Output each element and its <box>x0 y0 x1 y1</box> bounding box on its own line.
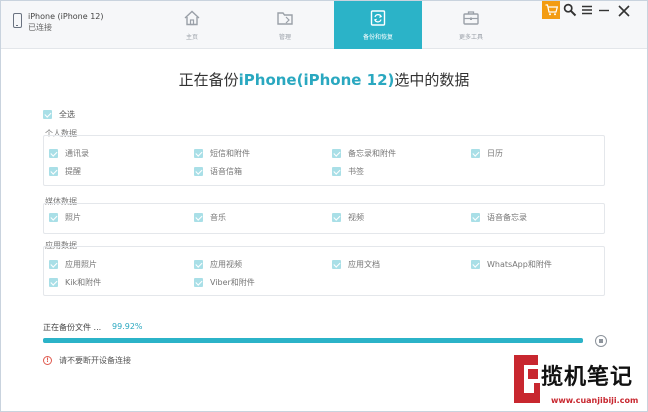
check-icon <box>49 213 58 222</box>
header-bar: iPhone (iPhone 12) 已连接 主页 管理 备份和恢复 更多工具 <box>1 1 647 49</box>
check-icon <box>194 213 203 222</box>
menu-icon[interactable] <box>581 4 593 16</box>
item-notes[interactable]: 备忘录和附件 <box>332 148 396 159</box>
item-photos[interactable]: 照片 <box>49 212 81 223</box>
item-voicemail[interactable]: 语音信箱 <box>194 166 242 177</box>
app-window: iPhone (iPhone 12) 已连接 主页 管理 备份和恢复 更多工具 … <box>0 0 648 412</box>
title-device-name: iPhone(iPhone 12) <box>238 71 395 89</box>
check-icon <box>194 278 203 287</box>
page-title: 正在备份iPhone(iPhone 12)选中的数据 <box>178 71 470 89</box>
check-icon <box>49 260 58 269</box>
progress-percent: 99.92% <box>112 322 143 331</box>
close-icon[interactable] <box>617 4 631 18</box>
tab-home-label: 主页 <box>185 34 198 41</box>
check-icon <box>471 213 480 222</box>
cart-button[interactable] <box>542 1 560 19</box>
stop-icon <box>599 339 603 343</box>
progress-label: 正在备份文件 ... <box>43 323 102 332</box>
tab-backup-restore[interactable]: 备份和恢复 <box>334 1 422 49</box>
watermark-url: www.cuanjibiji.com <box>551 396 639 405</box>
device-status: 已连接 <box>28 23 52 32</box>
tab-backup-restore-label: 备份和恢复 <box>362 34 393 41</box>
item-app-videos[interactable]: 应用视频 <box>194 259 242 270</box>
item-voice-memos[interactable]: 语音备忘录 <box>471 212 527 223</box>
tab-home[interactable]: 主页 <box>148 1 236 49</box>
item-viber[interactable]: Viber和附件 <box>194 277 255 288</box>
progress-fill <box>43 338 583 343</box>
item-music[interactable]: 音乐 <box>194 212 226 223</box>
item-kik[interactable]: Kik和附件 <box>49 277 101 288</box>
check-icon <box>43 110 52 119</box>
check-icon <box>49 167 58 176</box>
check-icon <box>194 149 203 158</box>
cart-icon <box>545 4 558 16</box>
watermark-logo <box>514 355 540 403</box>
group-media: 照片 音乐 视频 语音备忘录 <box>43 203 605 234</box>
tab-more-tools-label: 更多工具 <box>458 34 483 41</box>
warning-icon: ! <box>43 356 52 365</box>
check-icon <box>332 149 341 158</box>
check-icon <box>332 260 341 269</box>
select-all-checkbox[interactable]: 全选 <box>43 109 75 120</box>
check-icon <box>49 278 58 287</box>
tab-manage[interactable]: 管理 <box>241 1 329 49</box>
item-app-photos[interactable]: 应用照片 <box>49 259 97 270</box>
phone-icon <box>13 13 22 28</box>
check-icon <box>194 167 203 176</box>
stop-button[interactable] <box>595 335 607 347</box>
check-icon <box>49 149 58 158</box>
minimize-icon[interactable] <box>598 4 610 16</box>
check-icon <box>194 260 203 269</box>
item-app-documents[interactable]: 应用文档 <box>332 259 380 270</box>
search-key-icon[interactable] <box>563 3 577 17</box>
watermark: 揽机笔记 www.cuanjibiji.com <box>507 351 647 411</box>
group-personal: 通讯录 短信和附件 备忘录和附件 日历 提醒 语音信箱 书签 <box>43 135 605 186</box>
item-contacts[interactable]: 通讯录 <box>49 148 89 159</box>
check-icon <box>471 149 480 158</box>
item-bookmarks[interactable]: 书签 <box>332 166 364 177</box>
toolbox-icon <box>463 11 479 25</box>
home-icon <box>184 10 200 26</box>
watermark-text: 揽机笔记 <box>541 365 634 390</box>
item-messages[interactable]: 短信和附件 <box>194 148 250 159</box>
check-icon <box>332 213 341 222</box>
progress-bar <box>43 338 583 343</box>
warning-message: ! 请不要断开设备连接 <box>43 355 131 366</box>
check-icon <box>332 167 341 176</box>
item-whatsapp[interactable]: WhatsApp和附件 <box>471 259 552 270</box>
item-videos[interactable]: 视频 <box>332 212 364 223</box>
device-name: iPhone (iPhone 12) <box>28 12 104 21</box>
item-calendar[interactable]: 日历 <box>471 148 503 159</box>
backup-restore-icon <box>370 10 386 26</box>
tab-manage-label: 管理 <box>278 34 291 41</box>
group-apps: 应用照片 应用视频 应用文档 WhatsApp和附件 Kik和附件 Viber和… <box>43 246 605 296</box>
item-reminders[interactable]: 提醒 <box>49 166 81 177</box>
tab-more-tools[interactable]: 更多工具 <box>427 1 515 49</box>
folder-icon <box>277 12 293 25</box>
check-icon <box>471 260 480 269</box>
device-info: iPhone (iPhone 12) 已连接 <box>13 11 104 33</box>
